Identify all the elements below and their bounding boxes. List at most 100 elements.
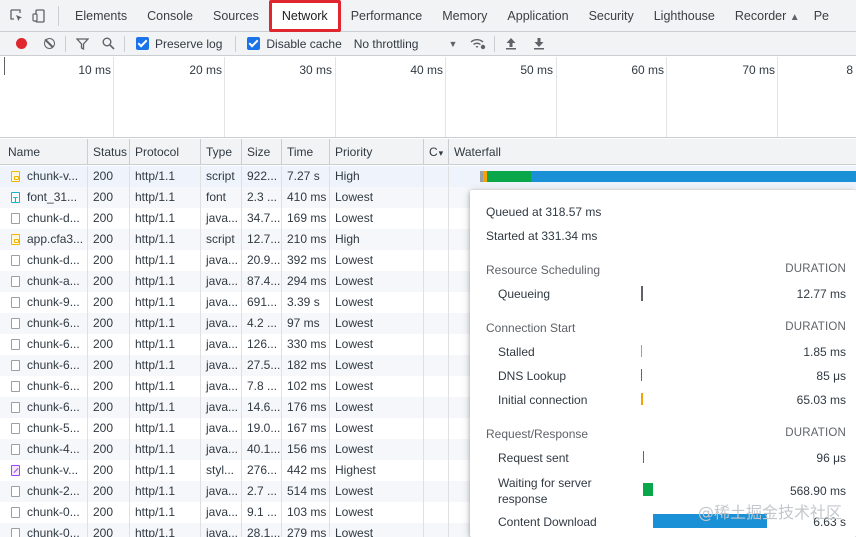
overview-tick-label: 8: [846, 63, 853, 77]
cell-waterfall: [449, 166, 856, 187]
cell-priority: Highest: [330, 460, 424, 481]
column-header-name[interactable]: Name: [0, 139, 88, 165]
toolbar-divider: [124, 35, 125, 52]
cell-size: 4.2 ...: [242, 313, 282, 334]
script-file-icon: [11, 171, 20, 182]
overview-tick-label: 10 ms: [78, 63, 111, 77]
wifi-settings-icon: [470, 39, 486, 50]
checkbox-checked-icon: [136, 37, 149, 50]
inspect-element-icon[interactable]: [6, 0, 28, 32]
overview-start-marker: [4, 57, 5, 75]
column-header-connection[interactable]: C▾: [424, 139, 449, 165]
cell-connection: [424, 334, 449, 355]
table-header: Name Status Protocol Type Size Time Prio…: [0, 139, 856, 165]
cell-type: font: [201, 187, 242, 208]
column-header-type[interactable]: Type: [201, 139, 242, 165]
cell-name: chunk-5...: [0, 418, 88, 439]
preserve-log-checkbox[interactable]: Preserve log: [136, 37, 222, 51]
tab-application[interactable]: Application: [497, 0, 578, 32]
request-sent-label: Request sent: [498, 451, 569, 465]
cell-size: 14.6...: [242, 397, 282, 418]
cell-name: chunk-6...: [0, 313, 88, 334]
network-conditions-button[interactable]: [467, 33, 489, 55]
cell-size: 276...: [242, 460, 282, 481]
queueing-bar: [641, 286, 643, 301]
dns-lookup-bar: [641, 369, 642, 381]
document-file-icon: [11, 507, 20, 518]
cell-size: 126...: [242, 334, 282, 355]
initial-connection-value: 65.03 ms: [796, 393, 846, 407]
cell-type: java...: [201, 250, 242, 271]
tab-performance[interactable]: Performance: [341, 0, 433, 32]
tab-performance-insights[interactable]: Pe: [804, 0, 839, 32]
import-har-button[interactable]: [500, 33, 522, 55]
disable-cache-checkbox[interactable]: Disable cache: [247, 37, 342, 51]
column-header-priority[interactable]: Priority: [330, 139, 424, 165]
overview-gridline: [666, 57, 667, 137]
device-toolbar-icon[interactable]: [28, 0, 50, 32]
document-file-icon: [11, 297, 20, 308]
cell-status: 200: [88, 208, 130, 229]
column-header-time[interactable]: Time: [282, 139, 330, 165]
tab-elements[interactable]: Elements: [65, 0, 137, 32]
record-button[interactable]: [10, 33, 32, 55]
overview-tick-label: 70 ms: [742, 63, 775, 77]
column-header-size[interactable]: Size: [242, 139, 282, 165]
overview-gridline: [113, 57, 114, 137]
request-sent-value: 96 μs: [816, 451, 846, 465]
cell-priority: Lowest: [330, 292, 424, 313]
throttling-value: No throttling: [353, 36, 419, 51]
request-name: chunk-9...: [27, 295, 80, 309]
tab-network[interactable]: Network: [268, 0, 341, 32]
devtools-tab-bar: Elements Console Sources Network Perform…: [0, 0, 856, 32]
filter-icon: [75, 37, 89, 50]
tab-recorder[interactable]: Recorder ▲: [725, 0, 804, 32]
queued-at-text: Queued at 318.57 ms: [486, 205, 602, 219]
search-button[interactable]: [97, 33, 119, 55]
cell-name: chunk-6...: [0, 334, 88, 355]
filter-button[interactable]: [71, 33, 93, 55]
duration-header: DURATION: [785, 263, 846, 275]
cell-priority: Lowest: [330, 187, 424, 208]
cell-priority: Lowest: [330, 250, 424, 271]
tab-console[interactable]: Console: [137, 0, 203, 32]
overview-tick-label: 40 ms: [410, 63, 443, 77]
cell-time: 7.27 s: [282, 166, 330, 187]
overview-gridline: [777, 57, 778, 137]
cell-priority: Lowest: [330, 208, 424, 229]
column-header-protocol[interactable]: Protocol: [130, 139, 201, 165]
clear-button[interactable]: [38, 33, 60, 55]
request-name: chunk-5...: [27, 421, 80, 435]
cell-protocol: http/1.1: [130, 439, 201, 460]
export-har-button[interactable]: [528, 33, 550, 55]
cell-status: 200: [88, 334, 130, 355]
document-file-icon: [11, 255, 20, 266]
cell-size: 2.7 ...: [242, 481, 282, 502]
timing-popover: Queued at 318.57 ms Started at 331.34 ms…: [470, 190, 856, 537]
column-header-status[interactable]: Status: [88, 139, 130, 165]
cell-name: chunk-6...: [0, 355, 88, 376]
cell-time: 330 ms: [282, 334, 330, 355]
cell-name: chunk-a...: [0, 271, 88, 292]
throttling-select[interactable]: No throttling ▼: [354, 37, 458, 51]
cell-time: 102 ms: [282, 376, 330, 397]
cell-status: 200: [88, 271, 130, 292]
table-row[interactable]: chunk-v... 200 http/1.1 script 922... 7.27 sH…: [0, 166, 856, 187]
request-name: chunk-v...: [27, 463, 79, 477]
request-name: chunk-d...: [27, 211, 80, 225]
cell-name: chunk-0...: [0, 523, 88, 537]
cell-connection: [424, 250, 449, 271]
tab-security[interactable]: Security: [579, 0, 644, 32]
tab-lighthouse[interactable]: Lighthouse: [644, 0, 725, 32]
cell-connection: [424, 460, 449, 481]
tab-sources[interactable]: Sources: [203, 0, 269, 32]
tab-memory[interactable]: Memory: [432, 0, 497, 32]
cell-type: java...: [201, 502, 242, 523]
overview-tick-label: 50 ms: [520, 63, 553, 77]
queueing-label: Queueing: [498, 287, 551, 301]
cell-name: chunk-9...: [0, 292, 88, 313]
network-overview[interactable]: 10 ms 20 ms 30 ms 40 ms 50 ms 60 ms 70 m…: [0, 57, 856, 138]
cell-status: 200: [88, 460, 130, 481]
column-header-waterfall[interactable]: Waterfall: [449, 139, 856, 165]
cell-connection: [424, 271, 449, 292]
